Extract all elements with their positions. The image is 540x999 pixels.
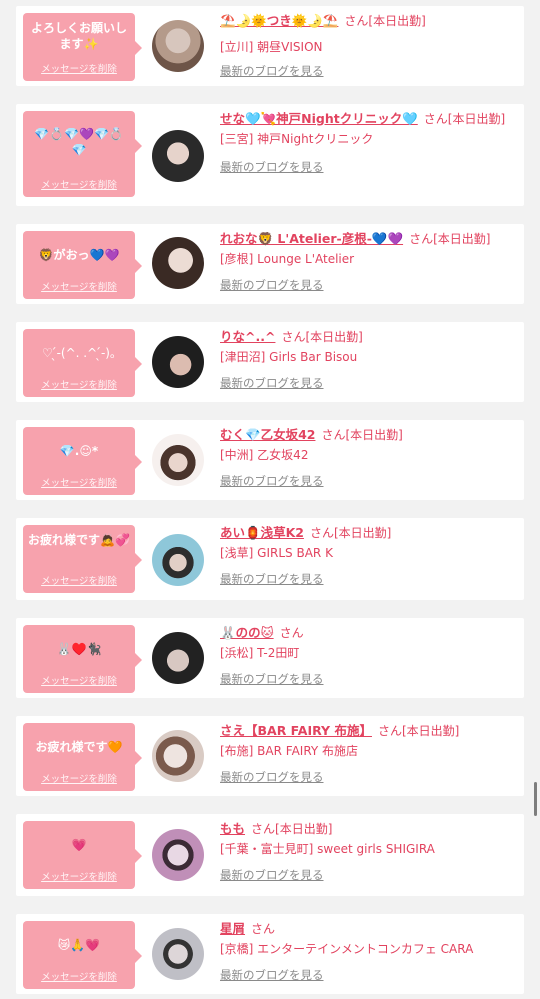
message-bubble: 💗 メッセージを削除	[23, 821, 142, 889]
message-text: よろしくお願いします✨	[30, 21, 127, 51]
avatar[interactable]	[152, 237, 204, 289]
avatar[interactable]	[152, 730, 204, 782]
delete-message-link[interactable]: メッセージを削除	[23, 771, 135, 785]
message-text: ♡ ̖́-(^. .^ ̖́-)｡	[42, 346, 116, 360]
delete-message-link[interactable]: メッセージを削除	[23, 869, 135, 883]
list-item: よろしくお願いします✨ メッセージを削除 ⛱️🌛🌞つき🌞🌛⛱️ さん[本日出勤] …	[16, 6, 524, 86]
blog-link[interactable]: 最新のブログを見る	[220, 965, 510, 985]
status-text: さん[本日出勤]	[321, 428, 403, 442]
shop-text: [千葉・富士見町] sweet girls SHIGIRA	[220, 842, 435, 856]
shop-text: [浜松] T-2田町	[220, 646, 300, 660]
shop-text: [三宮] 神戸Nightクリニック	[220, 132, 374, 146]
cast-name-link[interactable]: あい🏮浅草K2	[220, 525, 304, 540]
message-text: 🐰♥️🐈‍⬛	[56, 642, 102, 656]
avatar[interactable]	[152, 434, 204, 486]
blog-link[interactable]: 最新のブログを見る	[220, 865, 510, 885]
message-bubble: ♡ ̖́-(^. .^ ̖́-)｡ メッセージを削除	[23, 329, 142, 397]
status-text: さん[本日出勤]	[309, 526, 392, 540]
message-bubble: 😿🙏💗 メッセージを削除	[23, 921, 142, 989]
message-bubble: 💎.☺︎* メッセージを削除	[23, 427, 142, 495]
cast-name-link[interactable]: むく💎乙女坂42	[220, 427, 315, 442]
delete-message-link[interactable]: メッセージを削除	[23, 177, 135, 191]
avatar[interactable]	[152, 928, 204, 980]
message-text: 😿🙏💗	[57, 938, 101, 952]
blog-link[interactable]: 最新のブログを見る	[220, 373, 510, 393]
avatar[interactable]	[152, 632, 204, 684]
blog-link[interactable]: 最新のブログを見る	[220, 61, 510, 81]
list-item: 💎.☺︎* メッセージを削除 むく💎乙女坂42 さん[本日出勤] [中洲] 乙女坂…	[16, 420, 524, 500]
status-text: さん[本日出勤]	[377, 724, 460, 738]
cast-name-link[interactable]: せな🩵💘神戸Nightクリニック🩵	[220, 111, 418, 126]
scrollbar[interactable]	[534, 782, 537, 816]
status-text: さん	[251, 922, 276, 936]
avatar[interactable]	[152, 534, 204, 586]
delete-message-link[interactable]: メッセージを削除	[23, 969, 135, 983]
status-text: さん	[279, 626, 304, 640]
blog-link[interactable]: 最新のブログを見る	[220, 275, 510, 295]
delete-message-link[interactable]: メッセージを削除	[23, 475, 135, 489]
cast-name-link[interactable]: さえ【BAR FAIRY 布施】	[220, 723, 372, 738]
list-item: お疲れ様です🧡 メッセージを削除 さえ【BAR FAIRY 布施】 さん[本日出勤…	[16, 716, 524, 796]
message-bubble: 🦁がおっ💙💜 メッセージを削除	[23, 231, 142, 299]
message-bubble: お疲れ様です🙇💞 メッセージを削除	[23, 525, 142, 593]
shop-text: [立川] 朝昼VISION	[220, 40, 323, 54]
status-text: さん[本日出勤]	[423, 112, 506, 126]
list-item: ♡ ̖́-(^. .^ ̖́-)｡ メッセージを削除 りな^..^ さん[本日出勤…	[16, 322, 524, 402]
list-item: 💗 メッセージを削除 もも さん[本日出勤] [千葉・富士見町] sweet gi…	[16, 814, 524, 896]
blog-link[interactable]: 最新のブログを見る	[220, 569, 510, 589]
shop-text: [中洲] 乙女坂42	[220, 448, 309, 462]
message-text: 🦁がおっ💙💜	[38, 248, 120, 262]
shop-text: [津田沼] Girls Bar Bisou	[220, 350, 358, 364]
message-bubble: お疲れ様です🧡 メッセージを削除	[23, 723, 142, 791]
status-text: さん[本日出勤]	[251, 822, 333, 836]
cast-name-link[interactable]: ⛱️🌛🌞つき🌞🌛⛱️	[220, 13, 338, 28]
message-text: 💎.☺︎*	[59, 444, 99, 458]
list-item: 🐰♥️🐈‍⬛ メッセージを削除 🐰のの🐱 さん [浜松] T-2田町 最新のブログ…	[16, 618, 524, 698]
message-text: 💎💍💎💜💎💍💎	[34, 127, 124, 157]
message-bubble: 💎💍💎💜💎💍💎 メッセージを削除	[23, 111, 142, 197]
list-item: 😿🙏💗 メッセージを削除 星屑 さん [京橋] エンターテインメントコンカフェ C…	[16, 914, 524, 994]
message-bubble: よろしくお願いします✨ メッセージを削除	[23, 13, 142, 81]
blog-link[interactable]: 最新のブログを見る	[220, 157, 510, 177]
message-text: お疲れ様です🧡	[35, 740, 123, 754]
cast-name-link[interactable]: 🐰のの🐱	[220, 625, 274, 640]
delete-message-link[interactable]: メッセージを削除	[23, 573, 135, 587]
blog-link[interactable]: 最新のブログを見る	[220, 767, 510, 787]
status-text: さん[本日出勤]	[281, 330, 363, 344]
delete-message-link[interactable]: メッセージを削除	[23, 279, 135, 293]
avatar[interactable]	[152, 20, 204, 72]
message-text: お疲れ様です🙇💞	[28, 533, 130, 547]
avatar[interactable]	[152, 130, 204, 182]
cast-name-link[interactable]: りな^..^	[220, 329, 275, 344]
shop-text: [布施] BAR FAIRY 布施店	[220, 744, 359, 758]
list-item: お疲れ様です🙇💞 メッセージを削除 あい🏮浅草K2 さん[本日出勤] [浅草] G…	[16, 518, 524, 600]
cast-name-link[interactable]: 星屑	[220, 921, 245, 936]
shop-text: [浅草] GIRLS BAR K	[220, 546, 333, 560]
shop-text: [京橋] エンターテインメントコンカフェ CARA	[220, 942, 474, 956]
delete-message-link[interactable]: メッセージを削除	[23, 377, 135, 391]
shop-text: [彦根] Lounge L'Atelier	[220, 252, 355, 266]
blog-link[interactable]: 最新のブログを見る	[220, 471, 510, 491]
list-item: 🦁がおっ💙💜 メッセージを削除 れおな🦁 L'Atelier-彦根-💙💜 さん[本…	[16, 224, 524, 304]
status-text: さん[本日出勤]	[344, 14, 426, 28]
avatar[interactable]	[152, 829, 204, 881]
delete-message-link[interactable]: メッセージを削除	[23, 61, 135, 75]
delete-message-link[interactable]: メッセージを削除	[23, 673, 135, 687]
cast-name-link[interactable]: れおな🦁 L'Atelier-彦根-💙💜	[220, 231, 403, 246]
cast-name-link[interactable]: もも	[220, 821, 245, 836]
avatar[interactable]	[152, 336, 204, 388]
message-text: 💗	[71, 838, 87, 852]
status-text: さん[本日出勤]	[409, 232, 491, 246]
message-bubble: 🐰♥️🐈‍⬛ メッセージを削除	[23, 625, 142, 693]
list-item: 💎💍💎💜💎💍💎 メッセージを削除 せな🩵💘神戸Nightクリニック🩵 さん[本日出…	[16, 104, 524, 206]
blog-link[interactable]: 最新のブログを見る	[220, 669, 510, 689]
